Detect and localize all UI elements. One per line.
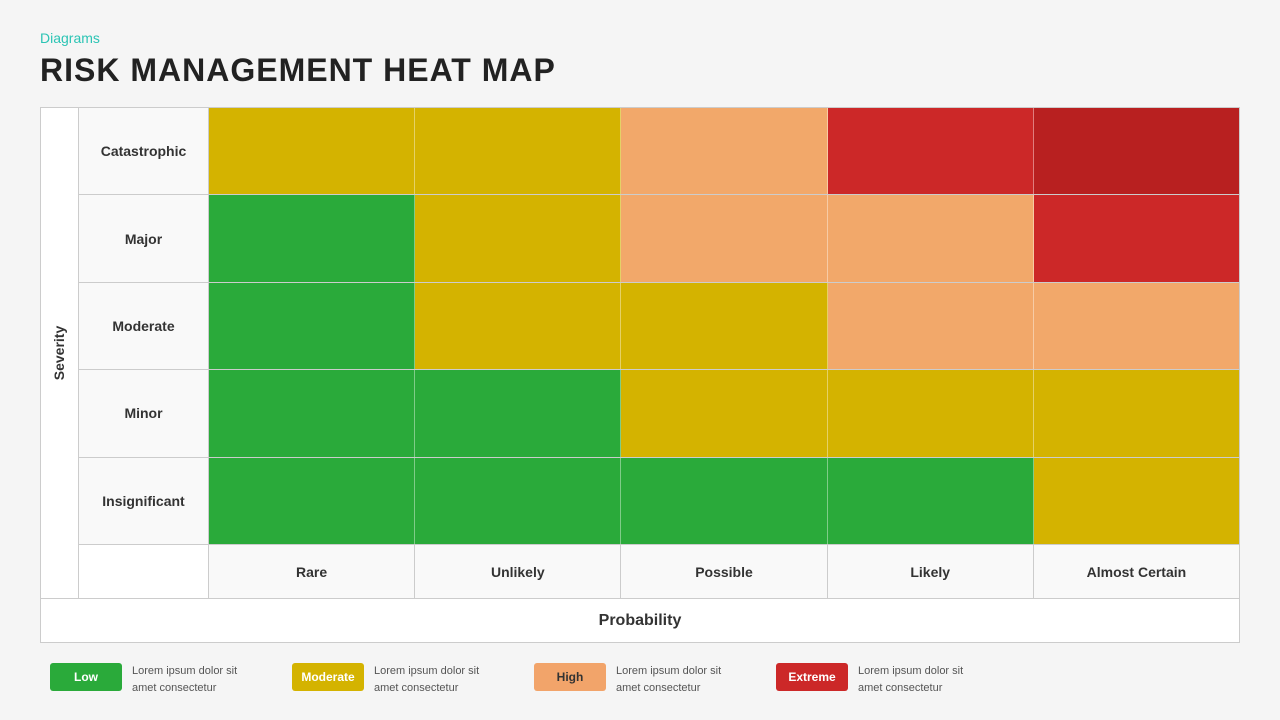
legend-item-low: Low Lorem ipsum dolor sit amet consectet…: [50, 663, 262, 696]
cell-minor-almost-certain: [1034, 370, 1239, 456]
legend-text-extreme: Lorem ipsum dolor sit amet consectetur: [858, 663, 988, 696]
cell-insignificant-likely: [828, 458, 1034, 544]
severity-label: Severity: [52, 326, 68, 380]
legend-item-moderate: Moderate Lorem ipsum dolor sit amet cons…: [292, 663, 504, 696]
legend-badge-moderate: Moderate: [292, 663, 364, 691]
chart-container: Severity Catastrophic Major Moderate Min…: [40, 107, 1240, 643]
cell-moderate-rare: [209, 283, 415, 369]
legend-badge-high: High: [534, 663, 606, 691]
row-labels-col: Catastrophic Major Moderate Minor Insign…: [79, 108, 209, 544]
table-row: [209, 283, 1239, 370]
legend-item-extreme: Extreme Lorem ipsum dolor sit amet conse…: [776, 663, 988, 696]
cell-insignificant-possible: [621, 458, 827, 544]
table-row: [209, 458, 1239, 544]
cell-catastrophic-possible: [621, 108, 827, 194]
cell-catastrophic-likely: [828, 108, 1034, 194]
cell-major-likely: [828, 195, 1034, 281]
matrix-area: Severity Catastrophic Major Moderate Min…: [41, 108, 1239, 598]
cell-minor-unlikely: [415, 370, 621, 456]
legend-text-low: Lorem ipsum dolor sit amet consectetur: [132, 663, 262, 696]
cell-moderate-possible: [621, 283, 827, 369]
table-row: [209, 108, 1239, 195]
legend-badge-low: Low: [50, 663, 122, 691]
cell-catastrophic-rare: [209, 108, 415, 194]
table-row: [209, 195, 1239, 282]
col-label-spacer: [79, 545, 209, 598]
legend-item-high: High Lorem ipsum dolor sit amet consecte…: [534, 663, 746, 696]
cell-moderate-likely: [828, 283, 1034, 369]
cell-major-rare: [209, 195, 415, 281]
cell-catastrophic-almost-certain: [1034, 108, 1239, 194]
grid-body: Catastrophic Major Moderate Minor Insign…: [79, 108, 1239, 544]
col-label-unlikely: Unlikely: [415, 545, 621, 598]
legend-badge-extreme: Extreme: [776, 663, 848, 691]
legend-area: Low Lorem ipsum dolor sit amet consectet…: [40, 657, 1240, 700]
col-label-possible: Possible: [621, 545, 827, 598]
cell-major-almost-certain: [1034, 195, 1239, 281]
grid-section: Catastrophic Major Moderate Minor Insign…: [79, 108, 1239, 598]
col-label-almost-certain: Almost Certain: [1034, 545, 1239, 598]
cell-major-possible: [621, 195, 827, 281]
row-label-insignificant: Insignificant: [79, 458, 208, 544]
page-title: RISK MANAGEMENT HEAT MAP: [40, 52, 1240, 89]
legend-text-moderate: Lorem ipsum dolor sit amet consectetur: [374, 663, 504, 696]
row-label-catastrophic: Catastrophic: [79, 108, 208, 195]
col-label-rare: Rare: [209, 545, 415, 598]
probability-label-row: Probability: [41, 598, 1239, 642]
cell-insignificant-almost-certain: [1034, 458, 1239, 544]
probability-label: Probability: [599, 612, 682, 630]
table-row: [209, 370, 1239, 457]
col-label-likely: Likely: [828, 545, 1034, 598]
row-label-minor: Minor: [79, 370, 208, 457]
col-labels: Rare Unlikely Possible Likely Almost Cer…: [209, 545, 1239, 598]
col-labels-row: Rare Unlikely Possible Likely Almost Cer…: [79, 544, 1239, 598]
data-grid: [209, 108, 1239, 544]
row-label-moderate: Moderate: [79, 283, 208, 370]
cell-catastrophic-unlikely: [415, 108, 621, 194]
severity-label-col: Severity: [41, 108, 79, 598]
legend-text-high: Lorem ipsum dolor sit amet consectetur: [616, 663, 746, 696]
row-label-major: Major: [79, 195, 208, 282]
cell-minor-rare: [209, 370, 415, 456]
cell-insignificant-unlikely: [415, 458, 621, 544]
page-category-label: Diagrams: [40, 30, 1240, 46]
cell-moderate-almost-certain: [1034, 283, 1239, 369]
cell-insignificant-rare: [209, 458, 415, 544]
cell-minor-possible: [621, 370, 827, 456]
cell-moderate-unlikely: [415, 283, 621, 369]
cell-major-unlikely: [415, 195, 621, 281]
cell-minor-likely: [828, 370, 1034, 456]
